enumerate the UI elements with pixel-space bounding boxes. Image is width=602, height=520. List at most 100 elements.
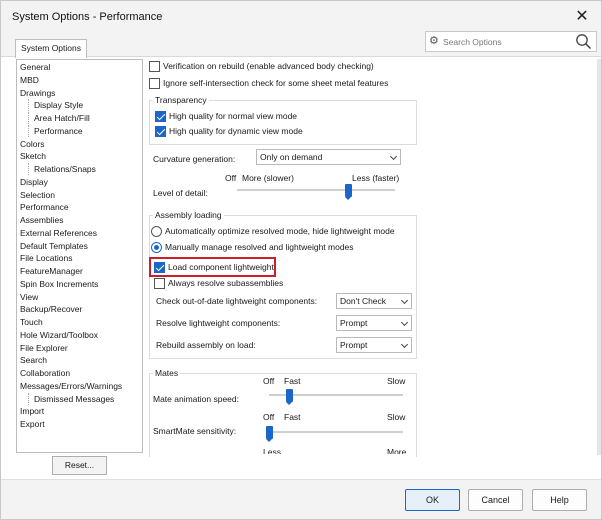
detail-slider-thumb[interactable] (344, 184, 352, 200)
dynamic-view-checkbox[interactable] (155, 126, 166, 137)
detail-less-label: Less (faster) (352, 173, 400, 183)
mates-title: Mates (153, 368, 181, 379)
nav-item[interactable]: Drawings (20, 87, 55, 99)
assembly-loading-title: Assembly loading (153, 210, 224, 221)
window-title: System Options - Performance (12, 11, 163, 23)
resolve-lw-value: Prompt (340, 318, 368, 328)
auto-optimize-label: Automatically optimize resolved mode, hi… (165, 226, 395, 236)
nav-item[interactable]: File Explorer (20, 342, 68, 354)
resolve-lw-select[interactable]: Prompt (336, 315, 412, 331)
check-ood-label: Check out-of-date lightweight components… (156, 296, 318, 306)
system-options-dialog: System Options - Performance ✕ System Op… (0, 0, 602, 520)
nav-item[interactable]: Hole Wizard/Toolbox (20, 329, 98, 341)
check-ood-select[interactable]: Don't Check (336, 293, 412, 309)
rebuild-value: Prompt (340, 340, 368, 350)
manual-manage-radio[interactable] (151, 242, 162, 253)
nav-item[interactable]: Relations/Snaps (28, 163, 96, 175)
search-icon[interactable] (575, 33, 592, 50)
nav-item[interactable]: External References (20, 227, 97, 239)
transparency-group (149, 100, 417, 145)
verification-label: Verification on rebuild (enable advanced… (163, 61, 374, 71)
detail-label: Level of detail: (153, 188, 208, 198)
smart-less-label: Less (263, 447, 281, 454)
nav-item[interactable]: Display Style (28, 99, 83, 112)
detail-off-label: Off (225, 173, 237, 183)
curvature-label: Curvature generation: (153, 154, 236, 164)
ignore-self-intersection-checkbox[interactable] (149, 78, 160, 89)
smart-off-label: Off (263, 412, 275, 422)
nav-item[interactable]: Search (20, 354, 47, 366)
nav-item[interactable]: Messages/Errors/Warnings (20, 380, 122, 392)
nav-item[interactable]: FeatureManager (20, 265, 83, 277)
smart-slider-thumb[interactable] (266, 426, 273, 442)
help-button[interactable]: Help (532, 489, 587, 511)
nav-item[interactable]: Export (20, 418, 45, 430)
anim-slow-label: Slow (387, 376, 406, 386)
verification-checkbox[interactable] (149, 61, 160, 72)
reset-button[interactable]: Reset... (52, 456, 107, 475)
highlight-box (149, 257, 276, 277)
cancel-button[interactable]: Cancel (468, 489, 523, 511)
always-resolve-checkbox[interactable] (154, 278, 165, 289)
tab-system-options[interactable]: System Options (15, 39, 87, 58)
scrollbar[interactable] (597, 59, 601, 455)
auto-optimize-radio[interactable] (151, 226, 162, 237)
anim-off-label: Off (263, 376, 275, 386)
dynamic-view-label: High quality for dynamic view mode (169, 126, 303, 136)
rebuild-label: Rebuild assembly on load: (156, 340, 256, 350)
anim-speed-label: Mate animation speed: (153, 394, 239, 404)
always-resolve-label: Always resolve subassemblies (168, 278, 284, 288)
nav-item[interactable]: Assemblies (20, 214, 63, 226)
smart-slider-track[interactable] (269, 431, 403, 433)
nav-item[interactable]: Dismissed Messages (28, 392, 114, 405)
smart-slow-label: Slow (387, 412, 406, 422)
smartmate-label: SmartMate sensitivity: (153, 426, 237, 436)
normal-view-label: High quality for normal view mode (169, 111, 298, 121)
nav-item[interactable]: Selection (20, 189, 55, 201)
anim-slider-thumb[interactable] (286, 389, 294, 405)
nav-item[interactable]: Sketch (20, 150, 46, 162)
nav-item[interactable]: File Locations (20, 252, 72, 264)
anim-fast-label: Fast (284, 376, 301, 386)
nav-item[interactable]: MBD (20, 74, 39, 86)
resolve-lw-label: Resolve lightweight components: (156, 318, 281, 328)
dialog-footer: OK Cancel Help (1, 479, 601, 519)
nav-item[interactable]: Touch (20, 316, 43, 328)
detail-more-label: More (slower) (242, 173, 294, 183)
nav-item[interactable]: Performance (20, 201, 69, 213)
rebuild-select[interactable]: Prompt (336, 337, 412, 353)
normal-view-checkbox[interactable] (155, 111, 166, 122)
mates-group (149, 373, 417, 457)
detail-slider-track[interactable] (237, 189, 395, 191)
nav-item[interactable]: Spin Box Increments (20, 278, 98, 290)
manual-manage-label: Manually manage resolved and lightweight… (165, 242, 354, 252)
close-icon[interactable]: ✕ (571, 6, 593, 28)
ignore-self-intersection-label: Ignore self-intersection check for some … (163, 78, 389, 88)
nav-item[interactable]: Default Templates (20, 240, 88, 252)
search-box[interactable]: ⚙ Search Options (425, 31, 597, 52)
nav-item[interactable]: Display (20, 176, 48, 188)
options-tree[interactable]: General MBD Drawings Display Style Area Hatc… (16, 59, 143, 453)
nav-item[interactable]: General (20, 61, 50, 73)
smart-fast-label: Fast (284, 412, 301, 422)
curvature-select[interactable]: Only on demand (256, 149, 401, 165)
chevron-down-icon (389, 152, 398, 161)
nav-item[interactable]: Collaboration (20, 367, 70, 379)
nav-item[interactable]: View (20, 291, 38, 303)
title-bar: System Options - Performance ✕ (1, 1, 601, 33)
search-input[interactable]: Search Options (443, 37, 502, 47)
chevron-down-icon (400, 296, 409, 305)
nav-item[interactable]: Colors (20, 138, 45, 150)
smart-more-label: More (387, 447, 407, 454)
nav-item[interactable]: Area Hatch/Fill (28, 112, 90, 124)
nav-item[interactable]: Performance (28, 124, 83, 137)
transparency-title: Transparency (153, 95, 209, 106)
nav-item[interactable]: Backup/Recover (20, 303, 82, 315)
check-ood-value: Don't Check (340, 296, 387, 306)
nav-item[interactable]: Import (20, 405, 44, 417)
curvature-value: Only on demand (260, 152, 323, 162)
ok-button[interactable]: OK (405, 489, 460, 511)
chevron-down-icon (400, 318, 409, 327)
chevron-down-icon (400, 340, 409, 349)
gear-icon[interactable]: ⚙ (429, 35, 439, 48)
